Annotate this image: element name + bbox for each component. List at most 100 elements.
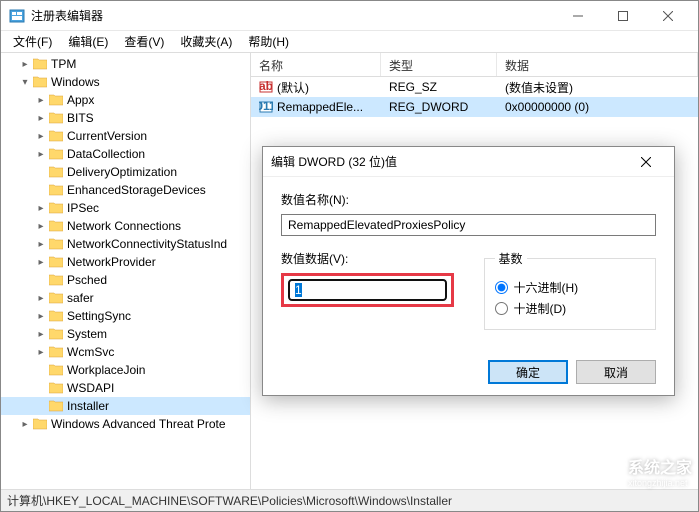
tree-item-label: Installer (67, 399, 109, 413)
maximize-button[interactable] (600, 1, 645, 31)
svg-text:ab: ab (259, 80, 273, 93)
radix-dec-radio[interactable] (495, 302, 508, 315)
tree-panel[interactable]: ▸TPM▾Windows▸Appx▸BITS▸CurrentVersion▸Da… (1, 53, 251, 489)
tree-item[interactable]: ▸ SettingSync (1, 307, 250, 325)
list-body: ab(默认)REG_SZ(数值未设置)011RemappedEle...REG_… (251, 77, 698, 117)
list-row[interactable]: 011RemappedEle...REG_DWORD0x00000000 (0) (251, 97, 698, 117)
tree-item-label: Windows (51, 75, 100, 89)
header-type[interactable]: 类型 (381, 53, 497, 76)
tree-item[interactable]: ▸ NetworkProvider (1, 253, 250, 271)
tree-item[interactable]: ▸Appx (1, 91, 250, 109)
radix-dec-row[interactable]: 十进制(D) (495, 300, 646, 317)
expander-icon[interactable]: ▸ (33, 290, 49, 306)
app-icon (9, 8, 25, 24)
ok-button[interactable]: 确定 (488, 360, 568, 384)
dialog-buttons: 确定 取消 (263, 360, 674, 384)
expander-icon[interactable] (33, 164, 49, 180)
folder-icon (49, 166, 63, 178)
tree-item[interactable]: DeliveryOptimization (1, 163, 250, 181)
expander-icon[interactable]: ▸ (17, 416, 33, 432)
value-type: REG_SZ (385, 80, 501, 94)
tree-item[interactable]: ▾ Windows (1, 73, 250, 91)
header-name[interactable]: 名称 (251, 53, 381, 76)
folder-icon (49, 382, 63, 394)
expander-icon[interactable]: ▸ (33, 308, 49, 324)
menu-edit[interactable]: 编辑(E) (60, 31, 116, 52)
expander-icon[interactable]: ▸ (33, 200, 49, 216)
menu-favorites[interactable]: 收藏夹(A) (172, 31, 240, 52)
titlebar-text: 注册表编辑器 (31, 7, 555, 24)
tree-item-label: Network Connections (67, 219, 181, 233)
tree-item[interactable]: ▸ safer (1, 289, 250, 307)
tree-item[interactable]: ▸DataCollection (1, 145, 250, 163)
close-button[interactable] (645, 1, 690, 31)
expander-icon[interactable]: ▸ (33, 326, 49, 342)
tree-item[interactable]: ▸NetworkConnectivityStatusInd (1, 235, 250, 253)
tree-item[interactable]: ▸WcmSvc (1, 343, 250, 361)
expander-icon[interactable] (33, 362, 49, 378)
menu-help[interactable]: 帮助(H) (240, 31, 297, 52)
expander-icon[interactable]: ▸ (33, 110, 49, 126)
tree-item-label: IPSec (67, 201, 99, 215)
tree-item[interactable]: ▸ Network Connections (1, 217, 250, 235)
folder-icon (49, 112, 63, 124)
tree-item[interactable]: ▸BITS (1, 109, 250, 127)
expander-icon[interactable] (33, 398, 49, 414)
tree-item[interactable]: EnhancedStorageDevices (1, 181, 250, 199)
expander-icon[interactable] (33, 272, 49, 288)
cancel-button[interactable]: 取消 (576, 360, 656, 384)
tree-item[interactable]: ▸ System (1, 325, 250, 343)
value-data: 0x00000000 (0) (501, 100, 694, 114)
value-name-input[interactable] (281, 214, 656, 236)
menu-view[interactable]: 查看(V) (116, 31, 172, 52)
tree-item[interactable]: WorkplaceJoin (1, 361, 250, 379)
tree-item[interactable]: ▸TPM (1, 55, 250, 73)
header-data[interactable]: 数据 (497, 53, 698, 76)
expander-icon[interactable]: ▸ (33, 344, 49, 360)
folder-icon (49, 148, 63, 160)
tree-item-label: System (67, 327, 107, 341)
expander-icon[interactable] (33, 182, 49, 198)
tree-item-label: Psched (67, 273, 107, 287)
list-row[interactable]: ab(默认)REG_SZ(数值未设置) (251, 77, 698, 97)
tree-item[interactable]: ▸ IPSec (1, 199, 250, 217)
minimize-button[interactable] (555, 1, 600, 31)
folder-icon (49, 184, 63, 196)
expander-icon[interactable] (33, 380, 49, 396)
folder-icon (49, 220, 63, 232)
tree-item-label: Windows Advanced Threat Prote (51, 417, 226, 431)
tree-item[interactable]: ▸ Windows Advanced Threat Prote (1, 415, 250, 433)
string-value-icon: ab (259, 80, 273, 94)
expander-icon[interactable]: ▸ (33, 92, 49, 108)
tree-item-label: SettingSync (67, 309, 131, 323)
tree-item-label: CurrentVersion (67, 129, 147, 143)
folder-icon (49, 310, 63, 322)
expander-icon[interactable]: ▸ (33, 254, 49, 270)
folder-icon (49, 202, 63, 214)
tree-item[interactable]: Psched (1, 271, 250, 289)
radix-hex-row[interactable]: 十六进制(H) (495, 279, 646, 296)
tree-item[interactable]: WSDAPI (1, 379, 250, 397)
titlebar: 注册表编辑器 (1, 1, 698, 31)
expander-icon[interactable]: ▾ (17, 74, 33, 90)
expander-icon[interactable]: ▸ (33, 128, 49, 144)
value-data-input[interactable] (288, 279, 447, 301)
dialog-titlebar[interactable]: 编辑 DWORD (32 位)值 (263, 147, 674, 177)
tree-item-label: safer (67, 291, 94, 305)
menu-file[interactable]: 文件(F) (5, 31, 60, 52)
menubar: 文件(F) 编辑(E) 查看(V) 收藏夹(A) 帮助(H) (1, 31, 698, 53)
statusbar: 计算机\HKEY_LOCAL_MACHINE\SOFTWARE\Policies… (1, 489, 698, 511)
expander-icon[interactable]: ▸ (33, 218, 49, 234)
expander-icon[interactable]: ▸ (33, 236, 49, 252)
folder-icon (49, 274, 63, 286)
value-type: REG_DWORD (385, 100, 501, 114)
value-name-label: 数值名称(N): (281, 191, 656, 208)
tree-item[interactable]: ▸ CurrentVersion (1, 127, 250, 145)
base-legend: 基数 (495, 250, 527, 267)
tree-item[interactable]: Installer (1, 397, 250, 415)
expander-icon[interactable]: ▸ (33, 146, 49, 162)
tree-item-label: NetworkProvider (67, 255, 156, 269)
dialog-close-button[interactable] (626, 148, 666, 176)
expander-icon[interactable]: ▸ (17, 56, 33, 72)
radix-hex-radio[interactable] (495, 281, 508, 294)
